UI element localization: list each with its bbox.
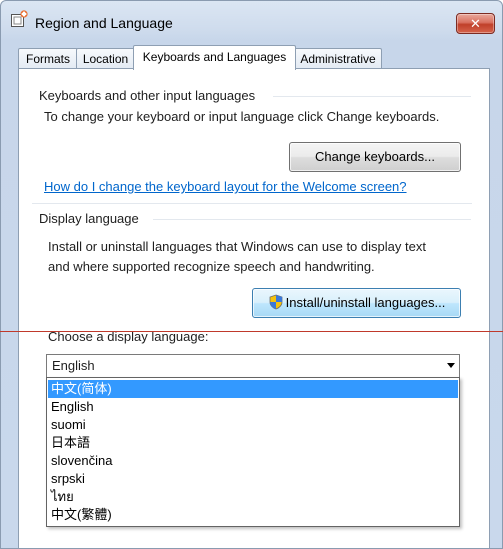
tab-administrative[interactable]: Administrative <box>294 48 382 69</box>
chevron-down-icon[interactable] <box>447 363 455 368</box>
display-language-heading: Display language <box>39 211 139 226</box>
language-option[interactable]: ไทย <box>48 488 458 506</box>
language-option[interactable]: 中文(繁體) <box>48 506 458 524</box>
install-uninstall-languages-button[interactable]: Install/uninstall languages... <box>252 288 461 318</box>
language-option[interactable]: slovenčina <box>48 452 458 470</box>
tab-formats[interactable]: Formats <box>18 48 78 69</box>
keyboards-description: To change your keyboard or input languag… <box>44 109 440 124</box>
language-dropdown-list: 中文(简体) English suomi 日本語 slovenčina srps… <box>46 377 460 527</box>
tab-strip: Formats Location Keyboards and Languages… <box>18 45 488 70</box>
display-description-line1: Install or uninstall languages that Wind… <box>48 239 426 254</box>
selected-language: English <box>52 358 95 373</box>
title-bar[interactable]: Region and Language ✕ <box>1 1 502 45</box>
language-option[interactable]: 日本語 <box>48 434 458 452</box>
language-option[interactable]: suomi <box>48 416 458 434</box>
tab-location[interactable]: Location <box>76 48 135 69</box>
section-divider <box>153 219 471 220</box>
window-title: Region and Language <box>35 15 173 31</box>
display-description-line2: and where supported recognize speech and… <box>48 259 375 274</box>
guide-line <box>0 331 503 332</box>
language-option[interactable]: English <box>48 398 458 416</box>
region-language-icon <box>11 10 28 27</box>
section-divider <box>32 203 472 204</box>
tab-keyboards-and-languages[interactable]: Keyboards and Languages <box>133 45 296 70</box>
change-keyboards-button[interactable]: Change keyboards... <box>289 142 461 172</box>
keyboards-heading: Keyboards and other input languages <box>39 88 256 103</box>
welcome-screen-link[interactable]: How do I change the keyboard layout for … <box>44 179 407 194</box>
language-option[interactable]: srpski <box>48 470 458 488</box>
install-button-label: Install/uninstall languages... <box>285 295 446 310</box>
section-divider <box>273 96 471 97</box>
language-option[interactable]: 中文(简体) <box>48 380 458 398</box>
uac-shield-icon <box>269 294 283 310</box>
close-button[interactable]: ✕ <box>456 13 495 34</box>
choose-display-language-label: Choose a display language: <box>48 329 209 344</box>
close-icon: ✕ <box>470 16 481 31</box>
display-language-select[interactable]: English <box>46 354 460 378</box>
